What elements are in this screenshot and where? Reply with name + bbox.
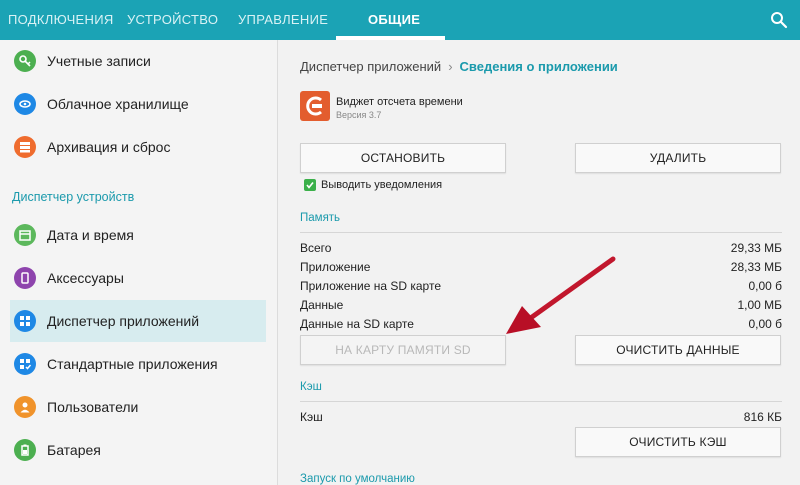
sidebar-item-battery[interactable]: Батарея [10,429,266,471]
memory-row-value: 0,00 б [748,317,782,331]
stop-button[interactable]: ОСТАНОВИТЬ [300,143,506,173]
sidebar-item-cloud[interactable]: Облачное хранилище [10,83,266,125]
sidebar-item-label: Батарея [47,442,101,458]
app-version: Версия 3.7 [336,110,382,120]
cache-section-title: Кэш [300,381,322,393]
battery-icon [14,439,36,461]
memory-row-value: 1,00 МБ [737,298,782,312]
sidebar-item-accounts[interactable]: Учетные записи [10,40,266,82]
users-icon [14,396,36,418]
app-icon [300,91,330,121]
sidebar-item-accessories[interactable]: Аксессуары [10,257,266,299]
memory-row-label: Данные [300,298,344,312]
sidebar-item-date-time[interactable]: Дата и время [10,214,266,256]
app-name: Виджет отсчета времени [336,96,463,108]
memory-row-value: 0,00 б [748,279,782,293]
clear-cache-button[interactable]: ОЧИСТИТЬ КЭШ [575,427,781,457]
sidebar-item-label: Дата и время [47,227,134,243]
sidebar-item-label: Диспетчер приложений [47,313,200,329]
sidebar-item-backup[interactable]: Архивация и сброс [10,126,266,168]
sidebar-item-label: Аксессуары [47,270,124,286]
accessory-icon [14,267,36,289]
sidebar-item-label: Стандартные приложения [47,356,218,372]
notifications-checkbox[interactable] [304,179,316,191]
sidebar-item-label: Пользователи [47,399,139,415]
breadcrumb-parent[interactable]: Диспетчер приложений [300,59,441,74]
app-info-panel: Диспетчер приложений › Сведения о прилож… [279,40,800,485]
memory-row-label: Всего [300,241,332,255]
memory-divider [300,232,782,233]
cache-row-value: 816 КБ [743,410,782,424]
sidebar-item-default-apps[interactable]: Стандартные приложения [10,343,266,385]
memory-row-label: Приложение [300,260,371,274]
chevron-right-icon: › [448,59,453,74]
memory-row-value: 29,33 МБ [730,241,782,255]
sidebar-item-app-manager[interactable]: Диспетчер приложений [10,300,266,342]
memory-row-label: Данные на SD карте [300,317,414,331]
memory-row-value: 28,33 МБ [730,260,782,274]
sidebar-item-label: Архивация и сброс [47,139,171,155]
tab-general[interactable]: ОБЩИЕ [368,0,420,40]
sidebar-section-header: Диспетчер устройств [12,190,135,204]
delete-button[interactable]: УДАЛИТЬ [575,143,781,173]
tab-controls[interactable]: УПРАВЛЕНИЕ [238,0,328,40]
cache-divider [300,401,782,402]
notifications-label: Выводить уведомления [321,179,443,191]
calendar-icon [14,224,36,246]
clear-data-button[interactable]: ОЧИСТИТЬ ДАННЫЕ [575,335,781,365]
breadcrumb: Диспетчер приложений › Сведения о прилож… [300,59,618,74]
sidebar-item-label: Облачное хранилище [47,96,189,112]
search-icon[interactable] [770,11,788,29]
cache-row-label: Кэш [300,410,323,424]
settings-sidebar: Учетные записи Облачное хранилище Архива… [0,40,278,485]
move-to-sd-button[interactable]: НА КАРТУ ПАМЯТИ SD [300,335,506,365]
breadcrumb-current: Сведения о приложении [459,59,618,74]
sidebar-item-label: Учетные записи [47,53,151,69]
defaults-section-title: Запуск по умолчанию [300,473,415,485]
cloud-icon [14,93,36,115]
top-tab-bar: ПОДКЛЮЧЕНИЯ УСТРОЙСТВО УПРАВЛЕНИЕ ОБЩИЕ [0,0,800,40]
memory-section-title: Память [300,212,341,224]
apps-check-icon [14,353,36,375]
tab-connections[interactable]: ПОДКЛЮЧЕНИЯ [8,0,114,40]
memory-row-label: Приложение на SD карте [300,279,441,293]
archive-icon [14,136,36,158]
grid-icon [14,310,36,332]
sidebar-item-users[interactable]: Пользователи [10,386,266,428]
key-icon [14,50,36,72]
tab-device[interactable]: УСТРОЙСТВО [127,0,218,40]
